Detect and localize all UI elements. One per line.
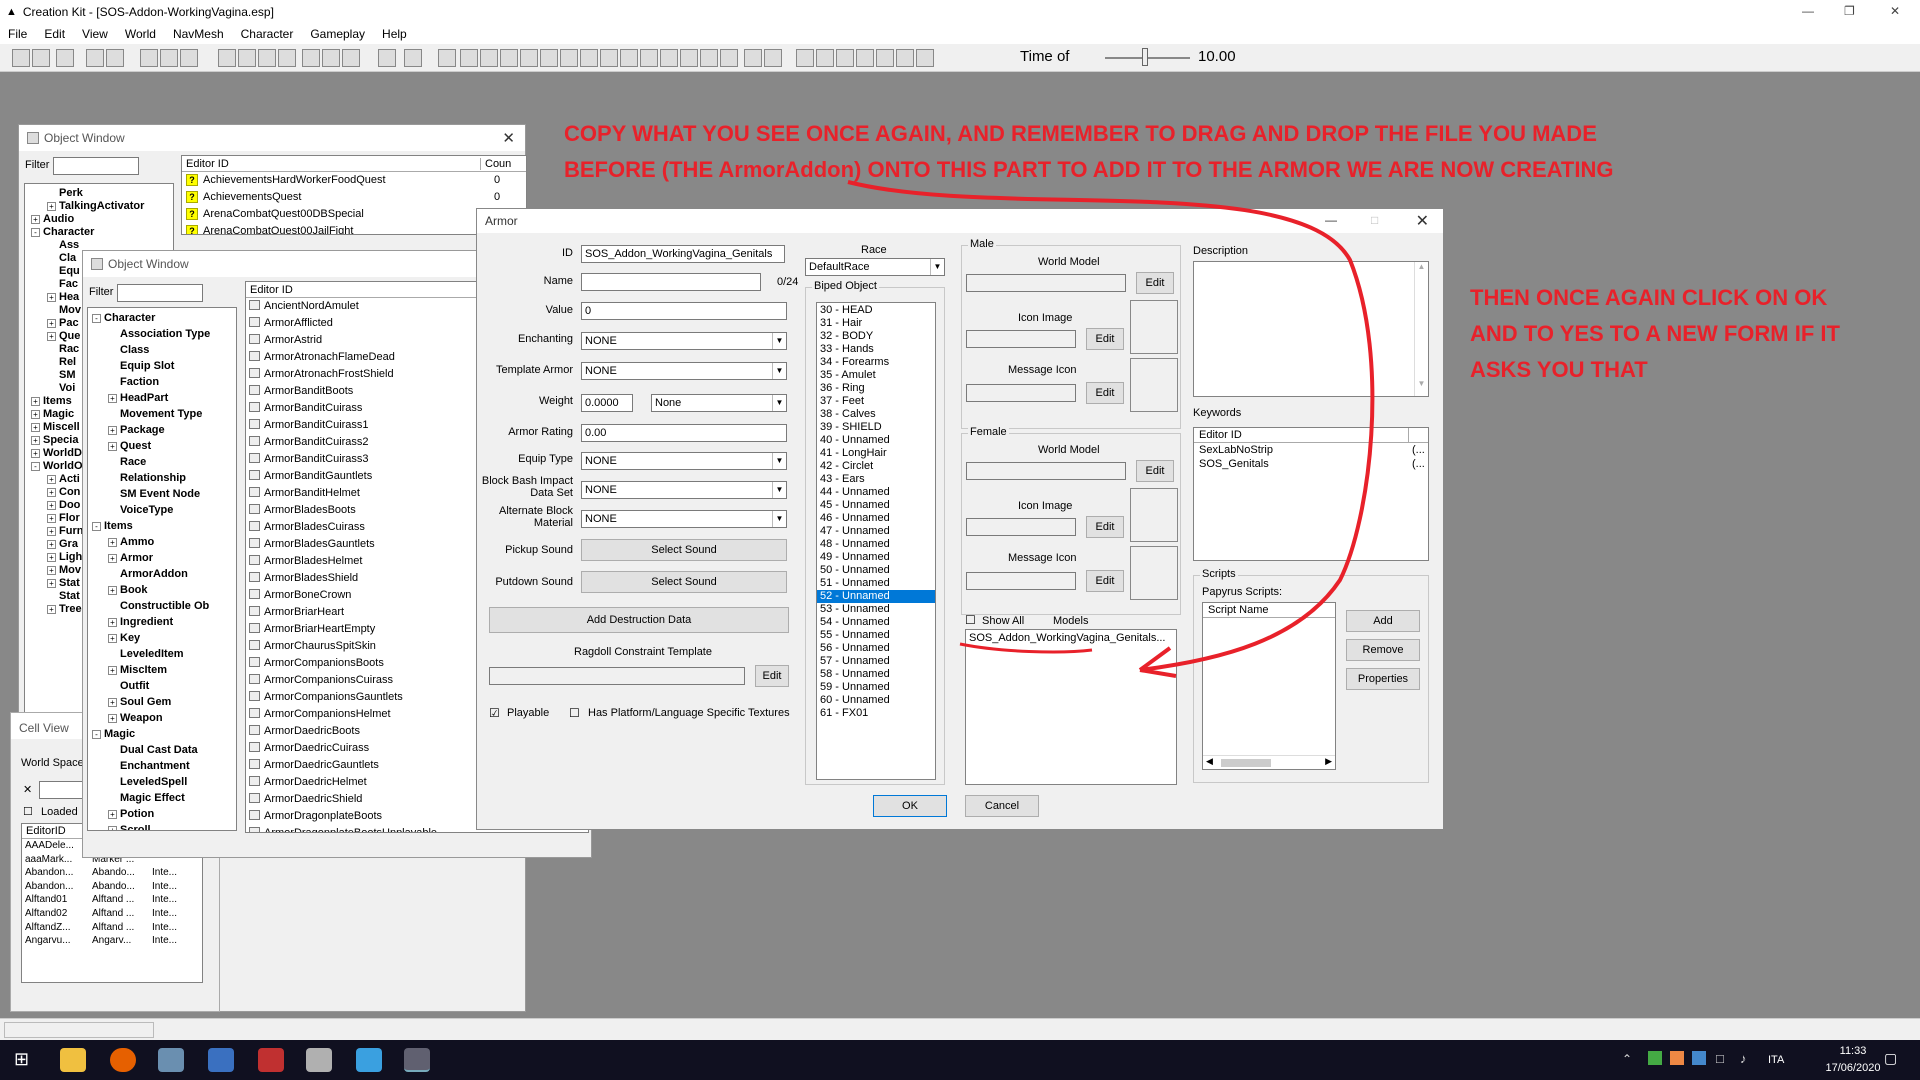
app-icon[interactable] [208,1048,234,1072]
clock-date[interactable]: 17/06/2020 [1818,1062,1888,1074]
taskbar: ⊞ ⌃ □ ♪ ITA 11:33 17/06/2020 ▢ [0,1040,1920,1080]
app-icon[interactable] [356,1048,382,1072]
file-explorer-icon[interactable] [60,1048,86,1072]
arrow-path [847,180,1375,672]
app-icon[interactable] [158,1048,184,1072]
status-bar [0,1018,1920,1040]
creation-kit-icon[interactable] [404,1048,430,1072]
tray-chevron-icon[interactable]: ⌃ [1622,1052,1632,1066]
tray-app-icon[interactable] [1692,1051,1706,1065]
input-language[interactable]: ITA [1768,1054,1784,1066]
arrow-head [1138,646,1177,678]
network-icon[interactable]: □ [1716,1051,1724,1066]
underline-mark [959,642,1093,654]
windows-start-icon[interactable]: ⊞ [14,1049,29,1070]
clock-time[interactable]: 11:33 [1818,1045,1888,1057]
firefox-icon[interactable] [110,1048,136,1072]
app-icon[interactable] [258,1048,284,1072]
notifications-icon[interactable]: ▢ [1884,1050,1897,1067]
status-panel [4,1022,154,1038]
tray-app-icon[interactable] [1648,1051,1662,1065]
annotation-arrow [847,180,1375,678]
app-icon[interactable] [306,1048,332,1072]
tray-app-icon[interactable] [1670,1051,1684,1065]
volume-icon[interactable]: ♪ [1740,1051,1747,1066]
